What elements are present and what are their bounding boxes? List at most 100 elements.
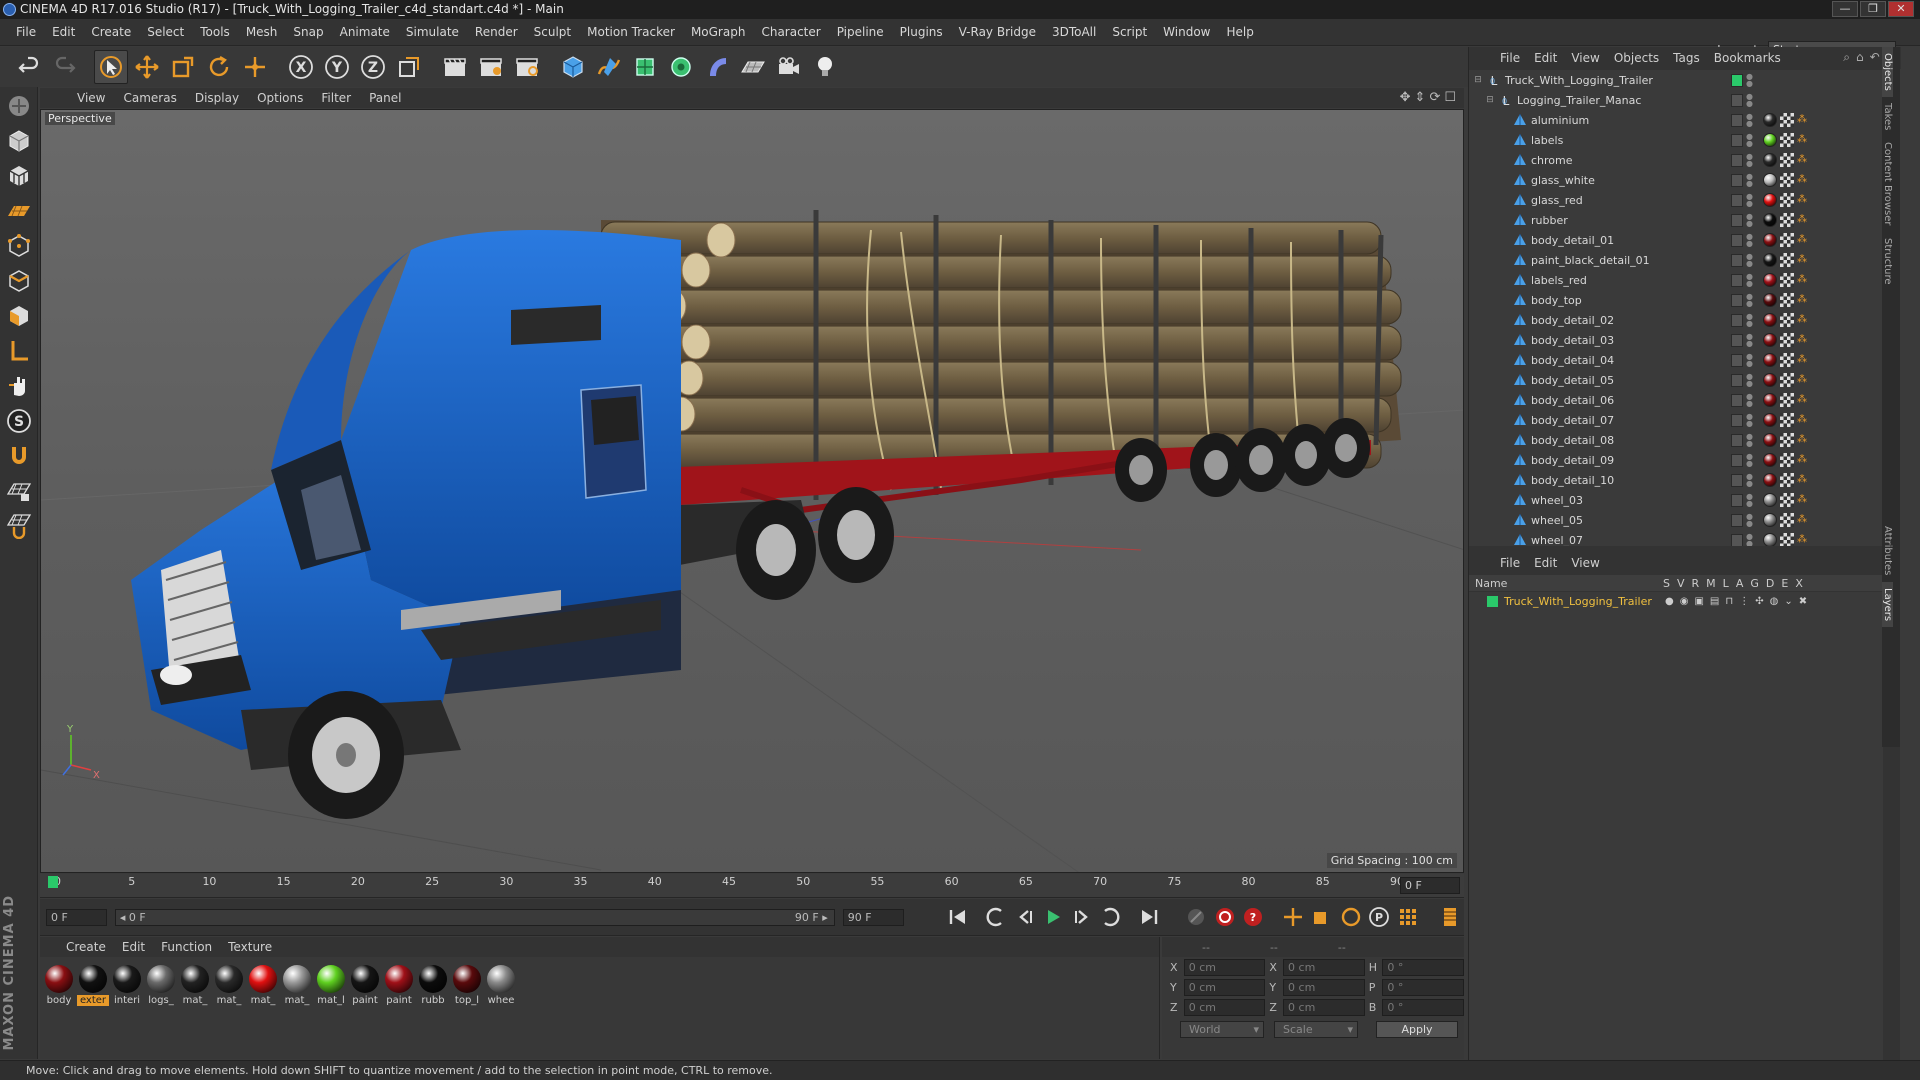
coordinate-value-field[interactable]: 0 cm — [1183, 978, 1266, 996]
key-parameter-button[interactable]: P — [1367, 904, 1392, 930]
material-swatch[interactable]: mat_ — [180, 965, 210, 1006]
record-position-button[interactable] — [1184, 904, 1209, 930]
layer-color-swatch[interactable] — [1487, 595, 1498, 607]
go-to-start-button[interactable] — [946, 904, 971, 930]
object-name[interactable]: Truck_With_Logging_Trailer — [1505, 74, 1653, 87]
phong-tag-icon[interactable]: ⁂ — [1797, 293, 1807, 307]
phong-tag-icon[interactable]: ⁂ — [1797, 213, 1807, 227]
visibility-dots-icon[interactable]: ● ● — [1746, 373, 1753, 388]
apply-button[interactable]: Apply — [1376, 1021, 1458, 1038]
material-tag-icon[interactable] — [1763, 493, 1777, 507]
timeline-ruler[interactable]: 051015202530354045505560657075808590 0 F — [40, 874, 1464, 898]
menu-select[interactable]: Select — [139, 25, 192, 39]
object-row[interactable]: body_detail_08 ● ● ⁂ — [1469, 430, 1885, 450]
visibility-check[interactable] — [1731, 313, 1743, 327]
visibility-dots-icon[interactable]: ● ● — [1746, 433, 1753, 448]
material-tag-icon[interactable] — [1763, 133, 1777, 147]
home-icon[interactable]: ⌂ — [1856, 50, 1864, 65]
object-row[interactable]: aluminium ● ● ⁂ — [1469, 110, 1885, 130]
uvw-tag-icon[interactable] — [1780, 233, 1794, 247]
visibility-dots-icon[interactable]: ● ● — [1746, 493, 1753, 508]
menu-window[interactable]: Window — [1155, 25, 1218, 39]
phong-tag-icon[interactable]: ⁂ — [1797, 393, 1807, 407]
tab-layers[interactable]: Layers — [1882, 581, 1893, 627]
object-name[interactable]: paint_black_detail_01 — [1531, 254, 1650, 267]
visibility-dots-icon[interactable]: ● ● — [1746, 293, 1753, 308]
object-name[interactable]: rubber — [1531, 214, 1568, 227]
visibility-check[interactable] — [1731, 453, 1743, 467]
uvw-tag-icon[interactable] — [1780, 133, 1794, 147]
coordinate-system-button[interactable] — [392, 50, 426, 84]
material-tag-icon[interactable] — [1763, 233, 1777, 247]
tab-takes[interactable]: Takes — [1882, 97, 1893, 136]
object-name[interactable]: labels — [1531, 134, 1563, 147]
visibility-check[interactable] — [1731, 513, 1743, 527]
visible-eye-icon[interactable]: ◉ — [1680, 596, 1689, 607]
object-row[interactable]: body_detail_07 ● ● ⁂ — [1469, 410, 1885, 430]
visibility-check[interactable] — [1731, 253, 1743, 267]
frame-range-slider[interactable]: ◂ 0 F 90 F ▸ — [114, 908, 835, 926]
render-to-picture-viewer-button[interactable] — [474, 50, 508, 84]
object-name[interactable]: aluminium — [1531, 114, 1589, 127]
visibility-check[interactable] — [1731, 173, 1743, 187]
visibility-check[interactable] — [1731, 193, 1743, 207]
visibility-dots-icon[interactable]: ● ● — [1746, 133, 1753, 148]
expression-icon[interactable]: ⌄ — [1784, 596, 1792, 607]
object-name[interactable]: wheel_07 — [1531, 534, 1583, 547]
phong-tag-icon[interactable]: ⁂ — [1797, 193, 1807, 207]
material-swatch[interactable]: exter — [77, 965, 109, 1006]
menu-file[interactable]: File — [8, 25, 44, 39]
material-swatch[interactable]: interi — [112, 965, 142, 1006]
material-swatch[interactable]: mat_ — [282, 965, 312, 1006]
phong-tag-icon[interactable]: ⁂ — [1797, 233, 1807, 247]
uvw-tag-icon[interactable] — [1780, 253, 1794, 267]
layers-menu-edit[interactable]: Edit — [1527, 556, 1564, 570]
phong-tag-icon[interactable]: ⁂ — [1797, 313, 1807, 327]
object-name[interactable]: body_detail_10 — [1531, 474, 1614, 487]
object-name[interactable]: glass_white — [1531, 174, 1595, 187]
object-row[interactable]: body_detail_05 ● ● ⁂ — [1469, 370, 1885, 390]
object-row[interactable]: body_detail_01 ● ● ⁂ — [1469, 230, 1885, 250]
object-name[interactable]: body_detail_01 — [1531, 234, 1614, 247]
material-tag-icon[interactable] — [1763, 373, 1777, 387]
add-mograph-button[interactable] — [664, 50, 698, 84]
timeline-window-button[interactable] — [1437, 904, 1462, 930]
visibility-dots-icon[interactable]: ● ● — [1746, 313, 1753, 328]
coordinate-value-field[interactable]: 0 ° — [1382, 998, 1465, 1016]
tab-structure[interactable]: Structure — [1882, 232, 1893, 291]
object-name[interactable]: glass_red — [1531, 194, 1583, 207]
visibility-check[interactable] — [1731, 273, 1743, 287]
menu-help[interactable]: Help — [1218, 25, 1261, 39]
axis-mode-button[interactable] — [2, 335, 36, 367]
add-cube-button[interactable] — [556, 50, 590, 84]
undo-button[interactable] — [12, 50, 46, 84]
uvw-tag-icon[interactable] — [1780, 333, 1794, 347]
uvw-tag-icon[interactable] — [1780, 293, 1794, 307]
rotate-tool-button[interactable] — [202, 50, 236, 84]
search-icon[interactable]: ⌕ — [1843, 50, 1850, 65]
maximize-button[interactable]: ❐ — [1860, 1, 1886, 17]
object-row[interactable]: body_detail_02 ● ● ⁂ — [1469, 310, 1885, 330]
snap-toggle-button[interactable]: S — [2, 405, 36, 437]
uvw-tag-icon[interactable] — [1780, 173, 1794, 187]
visibility-check[interactable] — [1731, 213, 1743, 227]
object-row[interactable]: body_detail_10 ● ● ⁂ — [1469, 470, 1885, 490]
visibility-dots-icon[interactable]: ● ● — [1746, 453, 1753, 468]
model-mode-button[interactable] — [2, 125, 36, 157]
material-swatch[interactable]: paint — [350, 965, 380, 1006]
add-generator-button[interactable] — [628, 50, 662, 84]
phong-tag-icon[interactable]: ⁂ — [1797, 353, 1807, 367]
material-swatch[interactable]: paint — [384, 965, 414, 1006]
add-deformer-button[interactable] — [700, 50, 734, 84]
coordinate-value-field[interactable]: 0 cm — [1283, 978, 1365, 996]
menu-tools[interactable]: Tools — [192, 25, 238, 39]
lock-icon[interactable]: ⊓ — [1725, 596, 1733, 607]
menu-simulate[interactable]: Simulate — [398, 25, 467, 39]
phong-tag-icon[interactable]: ⁂ — [1797, 473, 1807, 487]
phong-tag-icon[interactable]: ⁂ — [1797, 133, 1807, 147]
coordinate-value-field[interactable]: 0 cm — [1283, 958, 1365, 976]
uvw-tag-icon[interactable] — [1780, 313, 1794, 327]
object-name[interactable]: Logging_Trailer_Manac — [1517, 94, 1641, 107]
coordinate-value-field[interactable]: 0 ° — [1382, 978, 1465, 996]
material-menu-create[interactable]: Create — [58, 940, 114, 954]
